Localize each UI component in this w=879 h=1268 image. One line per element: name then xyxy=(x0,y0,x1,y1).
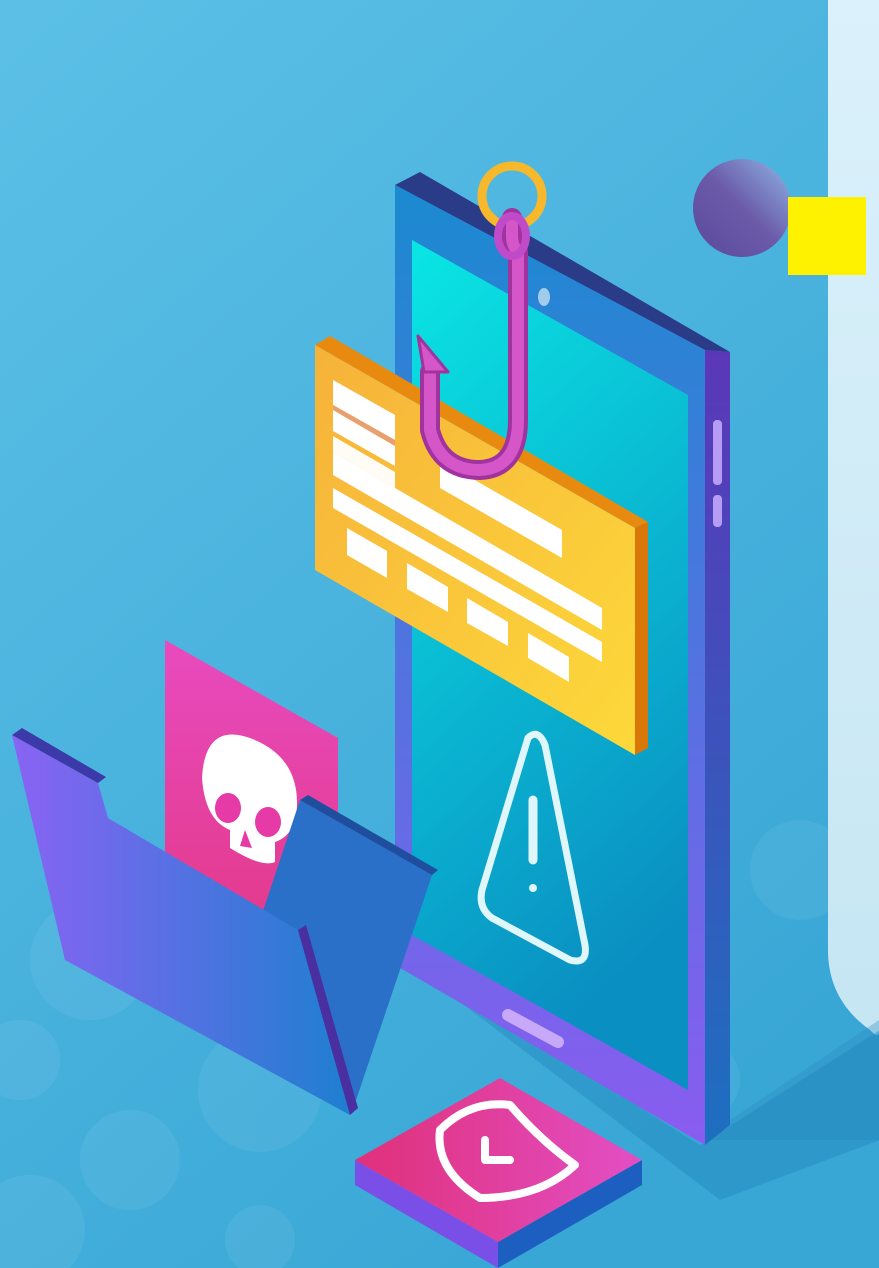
phone-volume-button-2 xyxy=(713,495,722,527)
phishing-illustration xyxy=(0,0,879,1268)
side-panel xyxy=(828,0,879,1035)
email-card-side-edge xyxy=(635,522,648,755)
yellow-square-decoration xyxy=(788,197,866,275)
phone-volume-button-1 xyxy=(713,420,722,485)
purple-circle-decoration xyxy=(693,159,791,257)
phone-camera xyxy=(538,288,550,306)
